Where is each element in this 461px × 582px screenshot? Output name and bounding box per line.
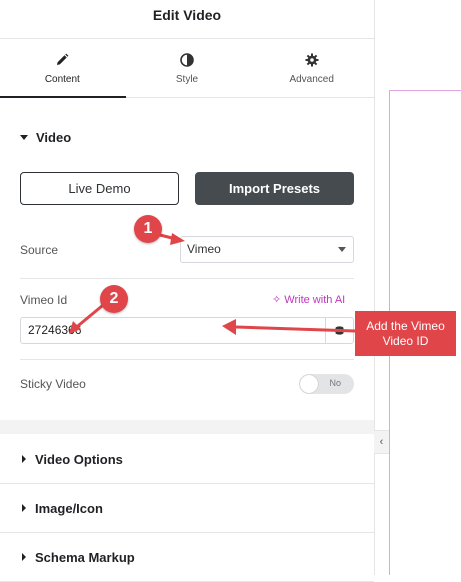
step-marker-2: 2	[100, 285, 128, 313]
vimeo-id-callout: Add the Vimeo Video ID	[355, 311, 456, 356]
annotation-arrows	[69, 228, 356, 335]
arrow-head-3	[222, 319, 236, 335]
arrow-line-3	[235, 325, 356, 333]
arrow-head-1	[170, 233, 185, 245]
step-marker-1: 1	[134, 215, 162, 243]
